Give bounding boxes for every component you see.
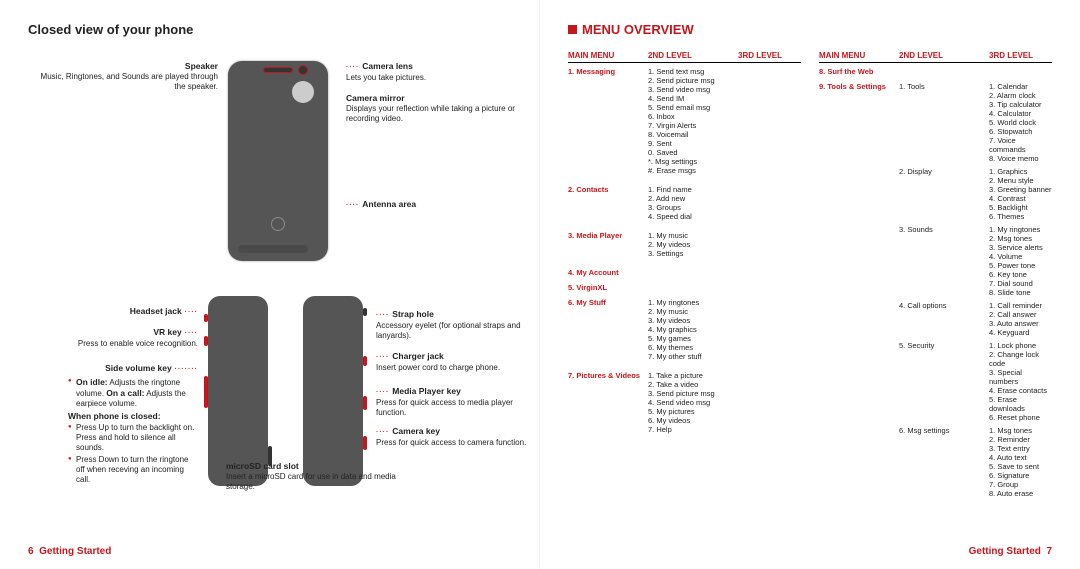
menu-main-item: 2. Contacts — [568, 185, 648, 225]
menu-2nd-level: 1. Take a picture2. Take a video3. Send … — [648, 371, 738, 434]
menu-row: 4. My Account — [568, 268, 801, 277]
menu-2nd-level: 1. My ringtones2. My music3. My videos4.… — [648, 298, 738, 361]
menu-3rd-level — [738, 298, 801, 361]
menu-row: 1. Messaging1. Send text msg2. Send pict… — [568, 67, 801, 179]
label-charger: ···· Charger jack Insert power cord to c… — [376, 351, 536, 373]
header-main: MAIN MENU — [819, 51, 899, 60]
menu-3rd-level — [738, 371, 801, 434]
logo-icon — [271, 217, 285, 231]
menu-main-item: 6. My Stuff — [568, 298, 648, 365]
menu-2nd-level: 1. Send text msg2. Send picture msg3. Se… — [648, 67, 738, 175]
label-vr: VR key ···· Press to enable voice recogn… — [28, 327, 198, 349]
header-2nd: 2ND LEVEL — [899, 51, 989, 60]
menu-3rd-level — [738, 67, 801, 175]
menu-2nd-level: 1. Find name2. Add new3. Groups4. Speed … — [648, 185, 738, 221]
label-strap: ···· Strap hole Accessory eyelet (for op… — [376, 309, 536, 341]
phone-back-view — [228, 61, 328, 261]
header-main: MAIN MENU — [568, 51, 648, 60]
strap-hole-icon — [363, 308, 367, 316]
square-bullet-icon — [568, 25, 577, 34]
menu-row: 8. Surf the Web — [819, 67, 1052, 76]
footer-left: 6 Getting Started — [28, 546, 111, 557]
label-antenna: ···· Antenna area — [346, 199, 526, 211]
menu-row: 2. Contacts1. Find name2. Add new3. Grou… — [568, 185, 801, 225]
camera-mirror-icon — [292, 81, 314, 103]
label-camera-mirror: Camera mirror Displays your reflection w… — [346, 93, 526, 124]
footer-right: Getting Started 7 — [969, 546, 1052, 557]
menu-row: 6. My Stuff1. My ringtones2. My music3. … — [568, 298, 801, 365]
label-sd: microSD card slot Insert a microSD card … — [226, 461, 396, 492]
menu-overview-title: MENU OVERVIEW — [568, 22, 1052, 37]
menu-2nd-level: 4. Call options — [899, 301, 989, 337]
menu-3rd-level — [738, 185, 801, 221]
menu-main-item: 7. Pictures & Videos — [568, 371, 648, 438]
speaker-icon — [263, 67, 293, 73]
menu-row: 7. Pictures & Videos1. Take a picture2. … — [568, 371, 801, 438]
label-camera-key: ···· Camera key Press for quick access t… — [376, 426, 536, 448]
menu-col-1: MAIN MENU 2ND LEVEL 3RD LEVEL 1. Messagi… — [568, 51, 801, 508]
menu-3rd-level: 1. My ringtones2. Msg tones3. Service al… — [989, 225, 1052, 297]
media-player-key-icon — [363, 396, 367, 410]
menu-2nd-level: 2. Display — [899, 167, 989, 221]
menu-main-item: 9. Tools & Settings — [819, 82, 899, 502]
menu-row: 9. Tools & Settings1. Tools1. Calendar2.… — [819, 82, 1052, 502]
menu-main-item: 1. Messaging — [568, 67, 648, 179]
menu-2nd-level: 6. Msg settings — [899, 426, 989, 498]
camera-lens-icon — [298, 65, 308, 75]
menu-row: 5. VirginXL — [568, 283, 801, 292]
label-speaker: Speaker Music, Ringtones, and Sounds are… — [28, 61, 218, 92]
page-left: Closed view of your phone — [0, 0, 540, 569]
menu-header-row: MAIN MENU 2ND LEVEL 3RD LEVEL — [819, 51, 1052, 63]
menu-2nd-level: 5. Security — [899, 341, 989, 422]
menu-3rd-level: 1. Call reminder2. Call answer3. Auto an… — [989, 301, 1052, 337]
camera-key-icon — [363, 436, 367, 450]
menu-main-item: 8. Surf the Web — [819, 67, 899, 76]
header-3rd: 3RD LEVEL — [989, 51, 1052, 60]
menu-main-item: 4. My Account — [568, 268, 648, 277]
label-side-volume: Side volume key ······· On idle: Adjusts… — [28, 363, 198, 487]
menu-2nd-level: 3. Sounds — [899, 225, 989, 297]
vr-key-icon — [204, 336, 208, 346]
menu-col-2: MAIN MENU 2ND LEVEL 3RD LEVEL 8. Surf th… — [819, 51, 1052, 508]
menu-3rd-level: 1. Calendar2. Alarm clock3. Tip calculat… — [989, 82, 1052, 163]
menu-3rd-level: 1. Graphics2. Menu style3. Greeting bann… — [989, 167, 1052, 221]
side-volume-key-icon — [204, 376, 208, 408]
menu-main-item: 5. VirginXL — [568, 283, 648, 292]
header-2nd: 2ND LEVEL — [648, 51, 738, 60]
charger-jack-icon — [363, 356, 367, 366]
phone-side-right-view — [303, 296, 363, 486]
menu-3rd-level — [738, 231, 801, 258]
antenna-icon — [238, 245, 308, 253]
header-3rd: 3RD LEVEL — [738, 51, 801, 60]
label-media-key: ···· Media Player key Press for quick ac… — [376, 386, 536, 418]
menu-main-item: 3. Media Player — [568, 231, 648, 262]
menu-header-row: MAIN MENU 2ND LEVEL 3RD LEVEL — [568, 51, 801, 63]
phone-side-left-view — [208, 296, 268, 486]
left-page-title: Closed view of your phone — [28, 22, 511, 37]
menu-row: 3. Media Player1. My music2. My videos3.… — [568, 231, 801, 262]
page-right: MENU OVERVIEW MAIN MENU 2ND LEVEL 3RD LE… — [540, 0, 1080, 569]
label-camera-lens: ···· Camera lens Lets you take pictures. — [346, 61, 526, 83]
menu-2nd-level: 1. Tools — [899, 82, 989, 163]
menu-3rd-level: 1. Lock phone2. Change lock code3. Speci… — [989, 341, 1052, 422]
headset-jack-icon — [204, 314, 208, 322]
menu-columns: MAIN MENU 2ND LEVEL 3RD LEVEL 1. Messagi… — [568, 51, 1052, 508]
menu-2nd-level: 1. My music2. My videos3. Settings — [648, 231, 738, 258]
menu-3rd-level: 1. Msg tones2. Reminder3. Text entry4. A… — [989, 426, 1052, 498]
phone-diagram: Speaker Music, Ringtones, and Sounds are… — [28, 51, 511, 501]
label-headset: Headset jack ···· — [28, 306, 198, 318]
